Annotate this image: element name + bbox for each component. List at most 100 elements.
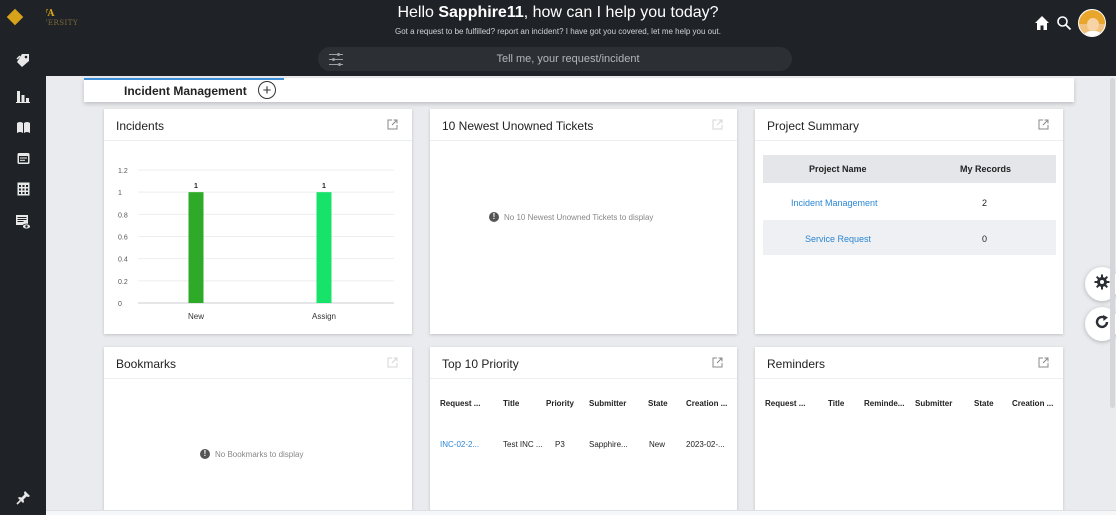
data-label: 1 bbox=[194, 183, 198, 190]
top-header: REVA UNIVERSITY Hello Sapphire11, how ca… bbox=[0, 0, 1116, 76]
project-row: Incident Management 2 bbox=[763, 185, 1056, 220]
home-icon[interactable] bbox=[1034, 15, 1050, 31]
pin-icon bbox=[15, 490, 31, 505]
request-search-bar bbox=[318, 47, 792, 71]
incidents-chart: 0 0.2 0.4 0.6 0.8 1 1.2 1 New 1 Assign bbox=[104, 141, 412, 334]
cell-creation: 2023-02-... bbox=[686, 440, 725, 449]
y-tick-label: 0.4 bbox=[118, 257, 128, 264]
incidents-bar-chart: 0 0.2 0.4 0.6 0.8 1 1.2 1 New 1 Assign bbox=[118, 168, 394, 321]
data-label: 1 bbox=[322, 183, 326, 190]
card-header: Top 10 Priority bbox=[430, 347, 737, 379]
card-title: Bookmarks bbox=[116, 357, 177, 371]
request-search-input[interactable] bbox=[358, 49, 778, 69]
info-icon: ! bbox=[200, 449, 210, 459]
external-link-icon[interactable] bbox=[1038, 357, 1049, 368]
header-actions bbox=[1034, 9, 1106, 37]
plus-icon: + bbox=[262, 81, 272, 99]
greeting-title: Hello Sapphire11, how can I help you tod… bbox=[0, 4, 1116, 22]
tab-label: Incident Management bbox=[124, 84, 247, 98]
bottom-strip bbox=[46, 510, 1116, 515]
priority-table-header: Request ... Title Priority Submitter Sta… bbox=[430, 393, 737, 415]
greeting-prefix: Hello bbox=[397, 4, 439, 21]
card-title: 10 Newest Unowned Tickets bbox=[442, 119, 594, 133]
card-header: 10 Newest Unowned Tickets bbox=[430, 109, 737, 141]
calendar-grid-icon bbox=[17, 182, 30, 196]
cell-title: Test INC ... bbox=[503, 440, 543, 449]
y-tick-label: 1 bbox=[118, 190, 122, 197]
sidebar-item-calendar[interactable] bbox=[0, 176, 46, 202]
project-row: Service Request 0 bbox=[763, 220, 1056, 255]
tab-incident-management[interactable]: Incident Management bbox=[84, 78, 284, 102]
refresh-icon bbox=[1094, 314, 1110, 335]
column-header-priority[interactable]: Priority bbox=[546, 399, 574, 408]
bar-chart-icon bbox=[16, 89, 30, 103]
add-tab-button[interactable]: + bbox=[258, 81, 276, 99]
column-header-request[interactable]: Request ... bbox=[765, 399, 805, 408]
sidebar-item-monitor[interactable] bbox=[0, 209, 46, 235]
card-reminders: Reminders Request ... Title Reminde... S… bbox=[755, 347, 1063, 515]
greeting-subtitle: Got a request to be fulfilled? report an… bbox=[395, 27, 721, 36]
info-icon: ! bbox=[489, 212, 499, 222]
y-tick-label: 0.2 bbox=[118, 279, 128, 286]
external-link-icon bbox=[387, 357, 398, 368]
column-header-title[interactable]: Title bbox=[503, 399, 519, 408]
monitor-eye-icon bbox=[15, 214, 31, 230]
column-header-request[interactable]: Request ... bbox=[440, 399, 480, 408]
empty-message-text: No 10 Newest Unowned Tickets to display bbox=[504, 212, 654, 222]
column-header-creation[interactable]: Creation ... bbox=[686, 399, 727, 408]
empty-message: ! No 10 Newest Unowned Tickets to displa… bbox=[489, 212, 653, 222]
sidebar-item-reports[interactable] bbox=[0, 83, 46, 109]
project-link[interactable]: Incident Management bbox=[791, 198, 878, 208]
y-tick-label: 1.2 bbox=[118, 168, 128, 175]
empty-message: ! No Bookmarks to display bbox=[200, 449, 303, 459]
column-header-project-name[interactable]: Project Name bbox=[809, 164, 867, 174]
bar bbox=[188, 192, 204, 303]
external-link-icon[interactable] bbox=[1038, 119, 1049, 130]
table-row: INC-02-2... Test INC ... P3 Sapphire... … bbox=[430, 434, 737, 454]
column-header-state[interactable]: State bbox=[648, 399, 668, 408]
tag-icon bbox=[16, 53, 30, 67]
greeting-username: Sapphire11 bbox=[438, 4, 524, 21]
project-record-count: 2 bbox=[982, 198, 988, 208]
column-header-title[interactable]: Title bbox=[828, 399, 844, 408]
window-icon bbox=[17, 152, 30, 165]
request-id-link[interactable]: INC-02-2... bbox=[440, 440, 479, 449]
cell-submitter: Sapphire... bbox=[589, 440, 628, 449]
page-scrollbar[interactable] bbox=[1110, 78, 1115, 408]
external-link-icon[interactable] bbox=[712, 357, 723, 368]
project-table-header: Project Name My Records bbox=[763, 155, 1056, 183]
empty-message-text: No Bookmarks to display bbox=[215, 449, 304, 459]
card-header: Project Summary bbox=[755, 109, 1063, 141]
card-newest-unowned-tickets: 10 Newest Unowned Tickets ! No 10 Newest… bbox=[430, 109, 737, 334]
sidebar-item-knowledge[interactable] bbox=[0, 114, 46, 140]
card-header: Incidents bbox=[104, 109, 412, 141]
y-tick-label: 0.6 bbox=[118, 235, 128, 242]
external-link-icon[interactable] bbox=[387, 119, 398, 130]
user-avatar[interactable] bbox=[1078, 9, 1106, 37]
card-project-summary: Project Summary Project Name My Records … bbox=[755, 109, 1063, 334]
sidebar-logo[interactable] bbox=[6, 8, 24, 26]
card-bookmarks: Bookmarks ! No Bookmarks to display bbox=[104, 347, 412, 515]
x-tick-label: Assign bbox=[312, 312, 336, 321]
card-title: Incidents bbox=[116, 119, 165, 133]
card-title: Top 10 Priority bbox=[442, 357, 519, 371]
sidebar-item-tags[interactable] bbox=[0, 47, 46, 73]
greeting-suffix: , how can I help you today? bbox=[523, 4, 719, 21]
y-tick-label: 0 bbox=[118, 301, 122, 308]
card-header: Bookmarks bbox=[104, 347, 412, 379]
column-header-submitter[interactable]: Submitter bbox=[915, 399, 952, 408]
x-tick-label: New bbox=[188, 312, 204, 321]
sidebar-pin[interactable] bbox=[0, 484, 46, 510]
book-icon bbox=[16, 121, 31, 134]
sidebar-item-windows[interactable] bbox=[0, 145, 46, 171]
project-link[interactable]: Service Request bbox=[805, 234, 871, 244]
column-header-reminder[interactable]: Reminde... bbox=[864, 399, 904, 408]
reminders-table-header: Request ... Title Reminde... Submitter S… bbox=[755, 393, 1063, 415]
column-header-state[interactable]: State bbox=[974, 399, 994, 408]
column-header-my-records[interactable]: My Records bbox=[960, 164, 1011, 174]
search-icon[interactable] bbox=[1056, 15, 1072, 31]
column-header-submitter[interactable]: Submitter bbox=[589, 399, 626, 408]
filter-sliders-icon[interactable] bbox=[327, 51, 347, 67]
bar bbox=[316, 192, 332, 303]
column-header-creation[interactable]: Creation ... bbox=[1012, 399, 1053, 408]
